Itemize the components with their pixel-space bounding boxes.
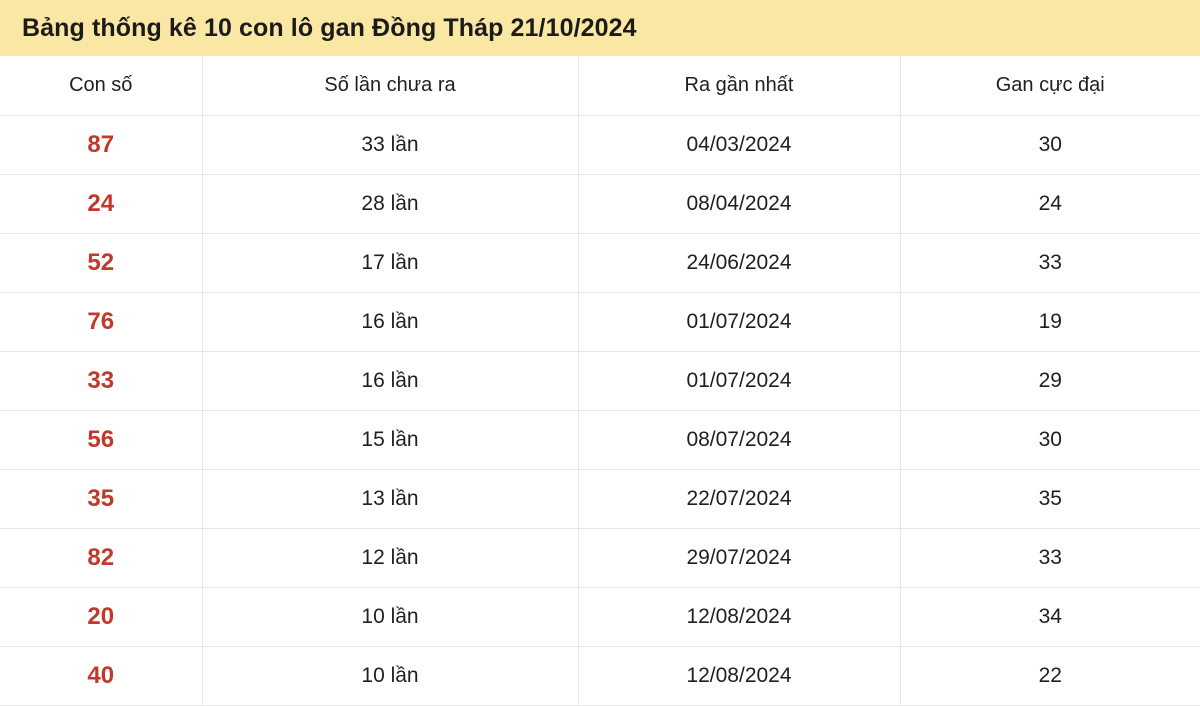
cell-so-lan-chua-ra: 17 lần xyxy=(202,233,579,293)
cell-ra-gan-nhat: 01/07/2024 xyxy=(578,351,901,411)
page-title: Bảng thống kê 10 con lô gan Đồng Tháp 21… xyxy=(22,13,637,42)
table-row: 35 13 lần 22/07/2024 35 xyxy=(0,469,1200,529)
cell-con-so: 40 xyxy=(0,646,203,706)
cell-ra-gan-nhat: 08/07/2024 xyxy=(578,410,901,470)
cell-ra-gan-nhat: 22/07/2024 xyxy=(578,469,901,529)
cell-ra-gan-nhat: 04/03/2024 xyxy=(578,115,901,175)
cell-so-lan-chua-ra: 15 lần xyxy=(202,410,579,470)
table-header: Con số Số lần chưa ra Ra gần nhất Gan cự… xyxy=(0,56,1200,116)
table-row: 33 16 lần 01/07/2024 29 xyxy=(0,351,1200,411)
table-row: 82 12 lần 29/07/2024 33 xyxy=(0,528,1200,588)
cell-con-so: 52 xyxy=(0,233,203,293)
cell-con-so: 82 xyxy=(0,528,203,588)
cell-so-lan-chua-ra: 10 lần xyxy=(202,646,579,706)
lottery-statistics-page: Bảng thống kê 10 con lô gan Đồng Tháp 21… xyxy=(0,0,1200,706)
column-header-so-lan-chua-ra: Số lần chưa ra xyxy=(202,56,579,116)
cell-so-lan-chua-ra: 12 lần xyxy=(202,528,579,588)
cell-so-lan-chua-ra: 16 lần xyxy=(202,292,579,352)
cell-con-so: 56 xyxy=(0,410,203,470)
cell-gan-cuc-dai: 33 xyxy=(900,233,1200,293)
cell-ra-gan-nhat: 24/06/2024 xyxy=(578,233,901,293)
lo-gan-statistics-table: Con số Số lần chưa ra Ra gần nhất Gan cự… xyxy=(0,56,1200,706)
cell-ra-gan-nhat: 08/04/2024 xyxy=(578,174,901,234)
cell-gan-cuc-dai: 19 xyxy=(900,292,1200,352)
table-row: 52 17 lần 24/06/2024 33 xyxy=(0,233,1200,293)
cell-so-lan-chua-ra: 16 lần xyxy=(202,351,579,411)
cell-con-so: 33 xyxy=(0,351,203,411)
table-body: 87 33 lần 04/03/2024 30 24 28 lần 08/04/… xyxy=(0,115,1200,706)
cell-con-so: 87 xyxy=(0,115,203,175)
cell-gan-cuc-dai: 30 xyxy=(900,115,1200,175)
cell-ra-gan-nhat: 01/07/2024 xyxy=(578,292,901,352)
column-header-con-so: Con số xyxy=(0,56,203,116)
column-header-gan-cuc-dai: Gan cực đại xyxy=(900,56,1200,116)
cell-gan-cuc-dai: 33 xyxy=(900,528,1200,588)
cell-gan-cuc-dai: 30 xyxy=(900,410,1200,470)
cell-so-lan-chua-ra: 33 lần xyxy=(202,115,579,175)
cell-con-so: 20 xyxy=(0,587,203,647)
table-row: 56 15 lần 08/07/2024 30 xyxy=(0,410,1200,470)
page-title-banner: Bảng thống kê 10 con lô gan Đồng Tháp 21… xyxy=(0,0,1200,56)
cell-gan-cuc-dai: 29 xyxy=(900,351,1200,411)
table-header-row: Con số Số lần chưa ra Ra gần nhất Gan cự… xyxy=(0,56,1200,116)
cell-so-lan-chua-ra: 10 lần xyxy=(202,587,579,647)
cell-so-lan-chua-ra: 13 lần xyxy=(202,469,579,529)
cell-con-so: 76 xyxy=(0,292,203,352)
cell-so-lan-chua-ra: 28 lần xyxy=(202,174,579,234)
cell-gan-cuc-dai: 22 xyxy=(900,646,1200,706)
table-row: 40 10 lần 12/08/2024 22 xyxy=(0,646,1200,706)
cell-con-so: 24 xyxy=(0,174,203,234)
table-row: 87 33 lần 04/03/2024 30 xyxy=(0,115,1200,175)
cell-ra-gan-nhat: 29/07/2024 xyxy=(578,528,901,588)
cell-gan-cuc-dai: 35 xyxy=(900,469,1200,529)
cell-gan-cuc-dai: 24 xyxy=(900,174,1200,234)
cell-ra-gan-nhat: 12/08/2024 xyxy=(578,587,901,647)
column-header-ra-gan-nhat: Ra gần nhất xyxy=(578,56,901,116)
cell-ra-gan-nhat: 12/08/2024 xyxy=(578,646,901,706)
cell-gan-cuc-dai: 34 xyxy=(900,587,1200,647)
table-row: 24 28 lần 08/04/2024 24 xyxy=(0,174,1200,234)
table-row: 76 16 lần 01/07/2024 19 xyxy=(0,292,1200,352)
table-row: 20 10 lần 12/08/2024 34 xyxy=(0,587,1200,647)
cell-con-so: 35 xyxy=(0,469,203,529)
